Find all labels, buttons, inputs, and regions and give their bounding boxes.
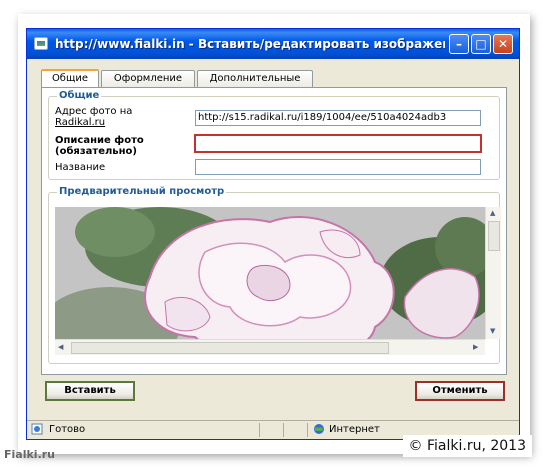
tab-appearance[interactable]: Оформление	[101, 70, 195, 87]
description-label-line2: (обязательно)	[55, 146, 137, 157]
site-watermark: Fialki.ru	[4, 448, 55, 461]
page-done-icon	[31, 423, 45, 437]
preview-vertical-scrollbar[interactable]: ▲ ▼	[485, 207, 501, 339]
copyright-watermark: © Fialki.ru, 2013	[402, 435, 532, 457]
insert-button[interactable]: Вставить	[45, 381, 135, 401]
internet-zone-label: Интернет	[329, 424, 380, 435]
name-label: Название	[55, 162, 106, 173]
maximize-button[interactable]: □	[471, 34, 491, 54]
general-legend: Общие	[57, 90, 102, 101]
preview-legend: Предварительный просмотр	[57, 186, 227, 197]
horizontal-scroll-thumb[interactable]	[71, 342, 389, 354]
tab-general[interactable]: Общие	[41, 69, 99, 88]
window-image-icon	[34, 37, 48, 50]
preview-horizontal-scrollbar[interactable]: ◀ ▶	[55, 339, 485, 355]
scroll-left-arrow-icon[interactable]: ◀	[58, 343, 63, 351]
url-label-line1: Адрес фото на	[55, 106, 133, 117]
scroll-down-arrow-icon[interactable]: ▼	[490, 327, 495, 335]
general-group: Общие Адрес фото на Radikal.ru http://s1…	[48, 90, 500, 180]
dialog-body: Общие Оформление Дополнительные Общие Ад…	[31, 63, 515, 403]
preview-group: Предварительный просмотр ▲ ▼ ◀ ▶	[48, 186, 501, 364]
url-input[interactable]: http://s15.radikal.ru/i189/1004/ee/510a4…	[195, 110, 481, 126]
name-input[interactable]	[195, 159, 481, 175]
scroll-right-arrow-icon[interactable]: ▶	[473, 343, 478, 351]
minimize-button[interactable]: –	[449, 34, 469, 54]
window-title: http://www.fialki.in - Вставить/редактир…	[55, 37, 445, 51]
status-separator	[283, 423, 284, 437]
close-button[interactable]: ✕	[493, 34, 513, 54]
radikal-link[interactable]: Radikal.ru	[55, 117, 105, 128]
status-separator	[307, 423, 308, 437]
preview-image	[55, 207, 485, 355]
description-input[interactable]	[194, 134, 482, 153]
internet-zone-icon	[313, 423, 327, 437]
vertical-scroll-thumb[interactable]	[488, 221, 500, 251]
title-bar[interactable]: http://www.fialki.in - Вставить/редактир…	[27, 29, 519, 59]
violet-flower-image	[55, 207, 485, 355]
cancel-button[interactable]: Отменить	[415, 381, 505, 401]
description-label: Описание фото (обязательно)	[55, 135, 144, 157]
tab-advanced[interactable]: Дополнительные	[197, 70, 313, 87]
dialog-window: http://www.fialki.in - Вставить/редактир…	[26, 28, 520, 440]
tab-panel-general: Общие Адрес фото на Radikal.ru http://s1…	[41, 87, 507, 375]
status-separator	[259, 423, 260, 437]
status-text: Готово	[49, 424, 86, 435]
scroll-up-arrow-icon[interactable]: ▲	[490, 209, 495, 217]
url-label: Адрес фото на Radikal.ru	[55, 106, 132, 128]
description-label-line1: Описание фото	[55, 135, 144, 146]
